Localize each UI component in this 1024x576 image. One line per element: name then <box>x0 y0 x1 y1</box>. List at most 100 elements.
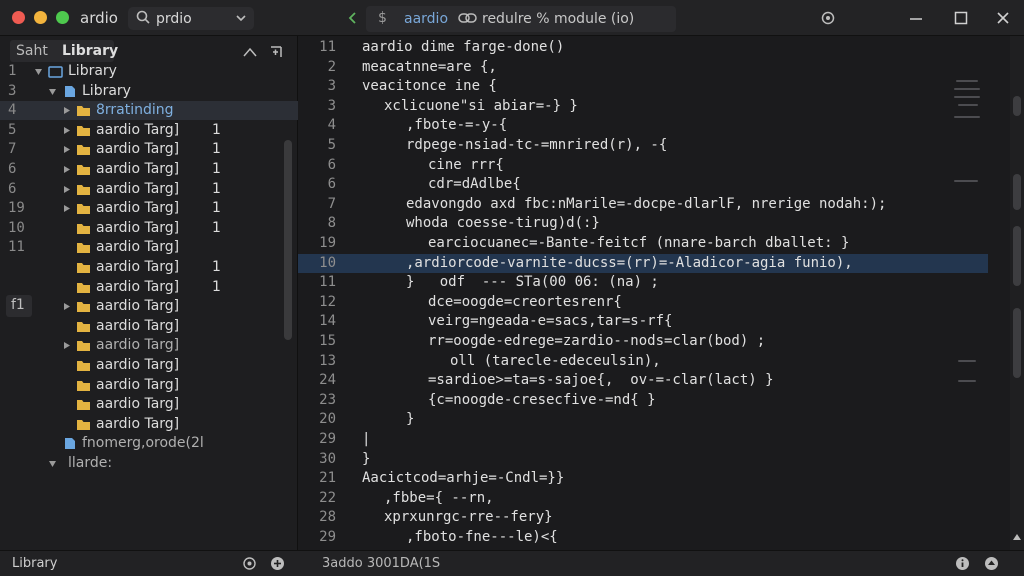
status-library[interactable]: Library <box>12 556 57 571</box>
sidebar-item[interactable]: 1 Library <box>0 62 298 81</box>
minimize-icon[interactable] <box>908 10 924 26</box>
sidebar-item-label: aardio Targ] <box>96 415 180 432</box>
settings-icon[interactable] <box>820 10 836 26</box>
code-line[interactable]: 3 xclicuone"si abiar=-} } <box>298 97 988 116</box>
sidebar-item-label: aardio Targ] <box>96 396 180 413</box>
chevron-right-icon[interactable] <box>62 165 71 174</box>
code-line[interactable]: 4 ,fbote-=-y-{ <box>298 116 988 135</box>
sidebar-item[interactable]: aardio Targ] <box>0 395 298 414</box>
sidebar-item[interactable]: aardio Targ] <box>0 356 298 375</box>
sidebar-item[interactable]: 4 8rratinding <box>0 101 298 121</box>
code-editor[interactable]: 11 aardio dime farge-done() 2 meacatnne=are… <box>298 36 1010 565</box>
new-file-icon[interactable] <box>268 44 284 60</box>
sidebar-item[interactable]: llarde: <box>0 454 298 473</box>
code-line[interactable]: 20} <box>298 410 988 429</box>
sidebar-title-prefix: Saht <box>16 43 48 59</box>
code-text: ,ardiorcode-varnite-ducss=(rr)=-Aladicor… <box>406 254 853 271</box>
code-line[interactable]: 5 rdpege-nsiad-tc-=mnrired(r), -{ <box>298 136 988 155</box>
code-line[interactable]: 8 whoda coesse-tirug)d(:} <box>298 214 988 233</box>
close-icon[interactable] <box>995 10 1011 26</box>
sidebar-item-label: Library <box>68 63 117 79</box>
sidebar-item[interactable]: aardio Targ] 1 <box>0 258 298 277</box>
sidebar-item[interactable]: aardio Targ] <box>0 336 298 355</box>
sidebar-item[interactable]: aardio Targ] <box>0 297 298 316</box>
settings-icon[interactable] <box>242 556 257 571</box>
line-number: 3 <box>327 97 336 114</box>
code-line[interactable]: 22 ,fbbe={ --rn, <box>298 489 988 508</box>
code-line[interactable]: 14 veirg=ngeada-e=sacs,tar=s-rf{ <box>298 312 988 331</box>
code-line[interactable]: 3 veacitonce ine { <box>298 77 988 96</box>
chevron-right-icon[interactable] <box>62 204 71 213</box>
search-input[interactable] <box>156 9 230 28</box>
sidebar-item[interactable]: 6 aardio Targ] 1 <box>0 180 298 199</box>
code-line[interactable]: 29 ,fboto-fne---le)<{ <box>298 528 988 547</box>
sidebar-item[interactable]: 7 aardio Targ] 1 <box>0 140 298 159</box>
code-line[interactable]: 11 aardio dime farge-done() <box>298 38 988 57</box>
chevron-down-icon[interactable] <box>235 12 247 24</box>
code-line[interactable]: 19 earciocuanec=-Bante-feitcf (nnare-barc… <box>298 234 988 253</box>
scroll-thumb[interactable] <box>1013 96 1021 116</box>
code-line[interactable]: 7 edavongdo axd fbc:nMarile=-docpe-dlarlF… <box>298 195 988 214</box>
add-icon[interactable] <box>270 556 285 571</box>
chevron-down-icon[interactable] <box>48 459 57 468</box>
minimize-window-button[interactable] <box>34 11 47 24</box>
chevron-left-icon[interactable] <box>346 11 360 25</box>
sidebar-item[interactable]: aardio Targ] <box>0 317 298 336</box>
sidebar-item[interactable]: 19 aardio Targ] 1 <box>0 199 298 218</box>
chevron-right-icon[interactable] <box>62 145 71 154</box>
code-line[interactable]: 12 dce=oogde=creortesrenr{ <box>298 293 988 312</box>
sidebar-item[interactable]: fnomerg,orode(2l <box>0 434 298 453</box>
close-window-button[interactable] <box>12 11 25 24</box>
editor-scrollbar[interactable] <box>1010 36 1024 550</box>
sidebar-item[interactable]: 3 Library <box>0 82 298 101</box>
zoom-window-button[interactable] <box>56 11 69 24</box>
chevron-right-icon[interactable] <box>62 341 71 350</box>
code-line[interactable]: 6 cdr=dAdlbe{ <box>298 175 988 194</box>
chevron-down-icon[interactable] <box>34 67 43 76</box>
chevron-right-icon[interactable] <box>62 126 71 135</box>
code-line[interactable]: 2 meacatnne=are {, <box>298 58 988 77</box>
scroll-thumb[interactable] <box>1013 174 1021 210</box>
sidebar-item[interactable]: 11 aardio Targ] <box>0 238 298 257</box>
sidebar-scrollbar[interactable] <box>284 140 292 340</box>
code-line[interactable]: 13 oll (tarecle-edeceulsin), <box>298 352 988 371</box>
tab-name: aardio <box>404 11 449 27</box>
folder-icon <box>77 223 90 234</box>
sidebar-item[interactable]: aardio Targ] <box>0 415 298 434</box>
code-line[interactable]: 29 | <box>298 430 988 449</box>
status-bar: Library 3addo 3001DA(1S <box>0 550 1024 576</box>
code-line[interactable]: 11} odf --- STa(00 06: (na) ; <box>298 273 988 292</box>
chevron-right-icon[interactable] <box>62 185 71 194</box>
sidebar-marker[interactable]: f1 <box>6 295 32 317</box>
sidebar-item[interactable]: aardio Targ] <box>0 376 298 395</box>
code-line[interactable]: 30} <box>298 450 988 469</box>
info-icon[interactable] <box>955 556 970 571</box>
status-info: 3addo 3001DA(1S <box>322 556 441 571</box>
scroll-thumb[interactable] <box>1013 226 1021 286</box>
editor-tab[interactable]: $ aardio redulre % module (io) <box>348 6 676 32</box>
maximize-icon[interactable] <box>953 10 969 26</box>
sync-icon[interactable] <box>984 556 999 571</box>
chevron-down-icon[interactable] <box>48 87 57 96</box>
code-text: ,fboto-fne---le)<{ <box>406 529 558 545</box>
minimap[interactable] <box>948 60 988 460</box>
code-line[interactable]: 10 ,ardiorcode-varnite-ducss=(rr)=-Aladic… <box>298 253 988 273</box>
chevron-right-icon[interactable] <box>62 106 71 115</box>
sidebar-item[interactable]: 10 aardio Targ] 1 <box>0 219 298 238</box>
tree-line-number: 11 <box>8 239 25 256</box>
code-line[interactable]: 23 {c=noogde-cresecfive-=nd{ } <box>298 391 988 410</box>
folder-icon <box>77 321 90 332</box>
scroll-thumb[interactable] <box>1013 308 1021 378</box>
chevron-right-icon[interactable] <box>62 302 71 311</box>
code-line[interactable]: 24 =sardioe>=ta=s-sajoe{, ov-=-clar(lact)… <box>298 371 988 390</box>
sidebar-item[interactable]: aardio Targ] 1 <box>0 278 298 297</box>
code-line[interactable]: 28 xprxunrgc-rre--fery} <box>298 508 988 527</box>
arrow-up-icon[interactable] <box>1012 532 1022 542</box>
code-line[interactable]: 6 cine rrr{ <box>298 156 988 175</box>
sidebar-item[interactable]: 6 aardio Targ] 1 <box>0 160 298 179</box>
code-line[interactable]: 21 Aacictcod=arhje=-Cndl=}} <box>298 469 988 488</box>
sidebar-item[interactable]: 5 aardio Targ] 1 <box>0 121 298 140</box>
code-line[interactable]: 15 rr=oogde-edrege=zardio--nods=clar(bod)… <box>298 332 988 351</box>
collapse-icon[interactable] <box>242 44 258 60</box>
search-box[interactable] <box>128 7 254 30</box>
